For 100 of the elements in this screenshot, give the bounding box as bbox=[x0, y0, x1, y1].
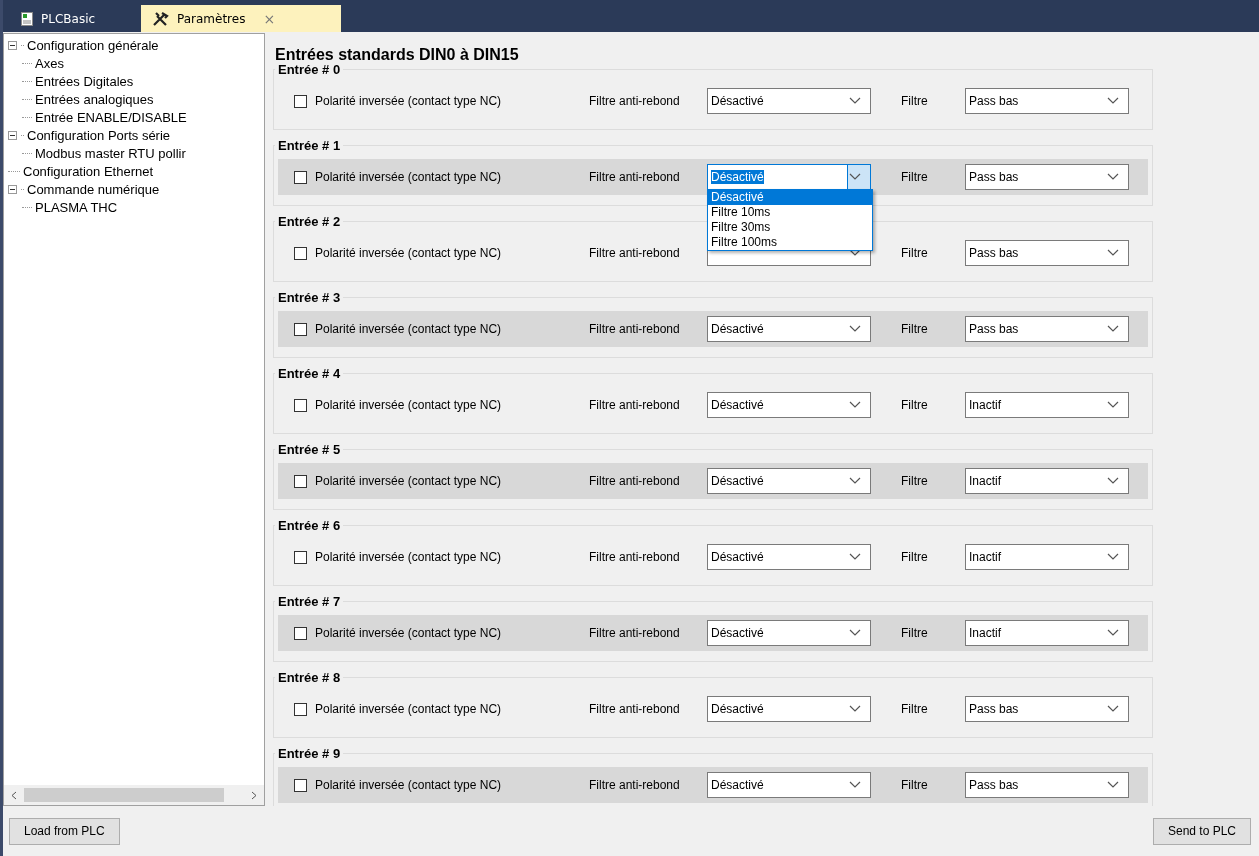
checkbox[interactable] bbox=[294, 398, 307, 412]
group-title: Entrée # 9 bbox=[277, 746, 342, 761]
chevron-down-icon bbox=[849, 401, 861, 409]
chevron-down-icon bbox=[849, 325, 861, 333]
checkbox[interactable] bbox=[294, 322, 307, 336]
chevron-down-icon bbox=[1107, 705, 1119, 713]
checkbox[interactable] bbox=[294, 170, 307, 184]
dropdown-option[interactable]: Filtre 30ms bbox=[708, 220, 872, 235]
dropdown[interactable]: Désactivé bbox=[707, 772, 871, 798]
chevron-down-icon bbox=[849, 477, 861, 485]
field-label: Filtre anti-rebond bbox=[589, 94, 681, 108]
close-icon[interactable]: × bbox=[263, 10, 276, 27]
field-label: Filtre bbox=[901, 626, 929, 640]
dropdown[interactable]: Désactivé bbox=[707, 316, 871, 342]
checkbox[interactable] bbox=[294, 474, 307, 488]
checkbox-label: Polarité inversée (contact type NC) bbox=[315, 550, 503, 564]
dropdown[interactable]: Désactivé bbox=[707, 696, 871, 722]
group-title: Entrée # 0 bbox=[277, 62, 342, 77]
chevron-down-icon bbox=[1107, 173, 1119, 181]
tree-item[interactable]: Modbus master RTU pollir bbox=[35, 145, 186, 161]
chevron-down-icon bbox=[1107, 629, 1119, 637]
chevron-down-icon bbox=[1107, 97, 1119, 105]
tree-item[interactable]: Entrée ENABLE/DISABLE bbox=[35, 109, 187, 125]
collapse-icon[interactable] bbox=[8, 184, 17, 194]
chevron-down-icon bbox=[1107, 477, 1119, 485]
send-button[interactable]: Send to PLC bbox=[1152, 817, 1251, 845]
field-label: Filtre anti-rebond bbox=[589, 322, 681, 336]
group-title: Entrée # 3 bbox=[277, 290, 342, 305]
tree-item[interactable]: PLASMA THC bbox=[35, 199, 118, 215]
dropdown[interactable]: Pass bas bbox=[965, 772, 1129, 798]
dropdown[interactable]: Désactivé bbox=[707, 468, 871, 494]
field-label: Filtre bbox=[901, 474, 929, 488]
dropdown[interactable]: Inactif bbox=[965, 620, 1129, 646]
dropdown[interactable]: Pass bas bbox=[965, 164, 1129, 190]
tree-item[interactable]: Configuration Ethernet bbox=[23, 163, 154, 179]
tree-item[interactable]: Configuration Ports série bbox=[27, 127, 171, 143]
chevron-down-icon bbox=[849, 705, 861, 713]
checkbox-label: Polarité inversée (contact type NC) bbox=[315, 626, 503, 640]
scroll-left-icon[interactable] bbox=[11, 790, 17, 800]
dropdown[interactable]: Pass bas bbox=[965, 316, 1129, 342]
chevron-down-icon bbox=[849, 97, 861, 105]
group-title: Entrée # 5 bbox=[277, 442, 342, 457]
tree-item[interactable]: Entrées Digitales bbox=[35, 73, 134, 89]
chevron-down-icon bbox=[849, 173, 861, 181]
collapse-icon[interactable] bbox=[8, 40, 17, 50]
group-title: Entrée # 2 bbox=[277, 214, 342, 229]
group-title: Entrée # 1 bbox=[277, 138, 342, 153]
load-button[interactable]: Load from PLC bbox=[9, 817, 120, 845]
document-icon bbox=[21, 11, 33, 26]
chevron-down-icon bbox=[849, 553, 861, 561]
dropdown[interactable]: Pass bas bbox=[965, 696, 1129, 722]
horizontal-scrollbar[interactable] bbox=[4, 785, 264, 805]
checkbox[interactable] bbox=[294, 778, 307, 792]
dropdown-option[interactable]: Filtre 10ms bbox=[708, 205, 872, 220]
field-label: Filtre bbox=[901, 94, 929, 108]
field-label: Filtre bbox=[901, 398, 929, 412]
dropdown-option[interactable]: Filtre 100ms bbox=[708, 235, 872, 250]
chevron-down-icon bbox=[849, 249, 861, 257]
tree-item[interactable]: Axes bbox=[35, 55, 64, 71]
field-label: Filtre anti-rebond bbox=[589, 550, 681, 564]
dropdown[interactable]: Désactivé bbox=[707, 620, 871, 646]
field-label: Filtre anti-rebond bbox=[589, 170, 681, 184]
scroll-right-icon[interactable] bbox=[251, 790, 257, 800]
checkbox[interactable] bbox=[294, 246, 307, 260]
document-tab[interactable]: Paramètres × bbox=[141, 5, 341, 32]
dropdown[interactable]: Inactif bbox=[965, 392, 1129, 418]
field-label: Filtre anti-rebond bbox=[589, 474, 681, 488]
chevron-down-icon bbox=[1107, 401, 1119, 409]
chevron-down-icon bbox=[1107, 553, 1119, 561]
tree-item[interactable]: Commande numérique bbox=[27, 181, 160, 197]
field-label: Filtre bbox=[901, 246, 929, 260]
tree-item[interactable]: Configuration générale bbox=[27, 37, 159, 53]
tree-item[interactable]: Entrées analogiques bbox=[35, 91, 154, 107]
dropdown[interactable]: Désactivé bbox=[707, 544, 871, 570]
group-title: Entrée # 6 bbox=[277, 518, 342, 533]
dropdown[interactable]: Inactif bbox=[965, 544, 1129, 570]
checkbox[interactable] bbox=[294, 94, 307, 108]
checkbox[interactable] bbox=[294, 550, 307, 564]
chevron-down-icon bbox=[1107, 325, 1119, 333]
checkbox-label: Polarité inversée (contact type NC) bbox=[315, 398, 503, 412]
field-label: Filtre bbox=[901, 702, 929, 716]
dropdown[interactable]: Désactivé bbox=[707, 392, 871, 418]
checkbox-label: Polarité inversée (contact type NC) bbox=[315, 322, 503, 336]
field-label: Filtre bbox=[901, 550, 929, 564]
checkbox[interactable] bbox=[294, 702, 307, 716]
collapse-icon[interactable] bbox=[8, 130, 17, 140]
chevron-down-icon bbox=[1107, 781, 1119, 789]
document-tab[interactable]: PLCBasic bbox=[11, 5, 141, 32]
chevron-down-icon bbox=[849, 629, 861, 637]
field-label: Filtre anti-rebond bbox=[589, 702, 681, 716]
field-label: Filtre anti-rebond bbox=[589, 626, 681, 640]
dropdown-option[interactable]: Désactivé bbox=[708, 190, 872, 205]
group-title: Entrée # 8 bbox=[277, 670, 342, 685]
dropdown[interactable]: Pass bas bbox=[965, 88, 1129, 114]
checkbox[interactable] bbox=[294, 626, 307, 640]
field-label: Filtre anti-rebond bbox=[589, 398, 681, 412]
checkbox-label: Polarité inversée (contact type NC) bbox=[315, 474, 503, 488]
dropdown[interactable]: Désactivé bbox=[707, 88, 871, 114]
dropdown[interactable]: Pass bas bbox=[965, 240, 1129, 266]
dropdown[interactable]: Inactif bbox=[965, 468, 1129, 494]
